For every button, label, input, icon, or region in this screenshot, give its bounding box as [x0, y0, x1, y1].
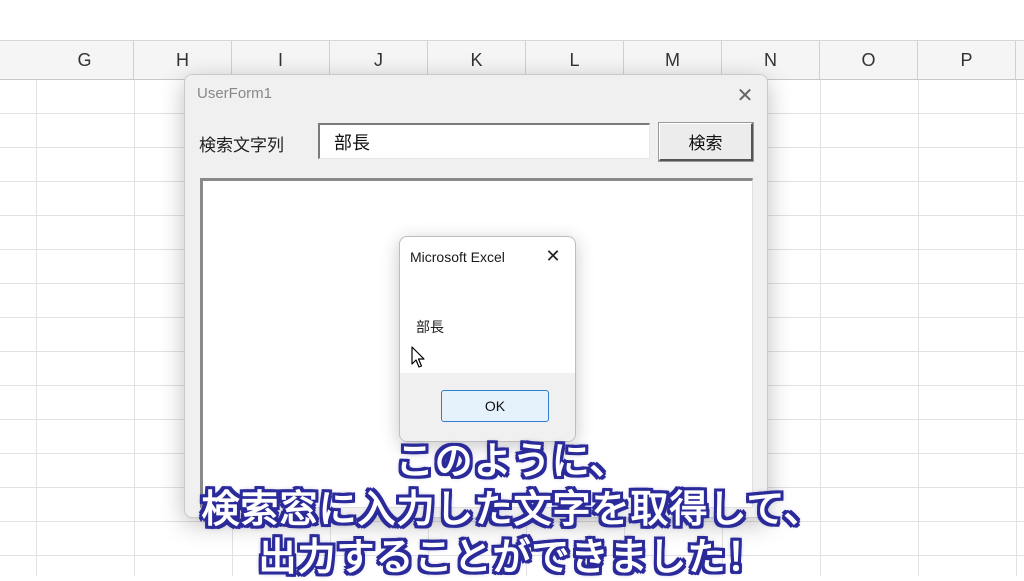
- ok-button[interactable]: OK: [441, 390, 549, 422]
- close-icon[interactable]: ✕: [731, 81, 759, 109]
- column-header-p[interactable]: P: [918, 41, 1016, 79]
- message-box: Microsoft Excel ✕ 部長 OK: [399, 236, 576, 442]
- message-box-title: Microsoft Excel: [410, 249, 505, 265]
- column-header-o[interactable]: O: [820, 41, 918, 79]
- ribbon-area: [0, 0, 1024, 40]
- message-text: 部長: [416, 320, 444, 336]
- mouse-pointer-icon: [411, 346, 425, 368]
- close-icon[interactable]: ✕: [541, 245, 565, 269]
- search-button[interactable]: 検索: [658, 122, 754, 162]
- caption-line-1: このように、: [395, 439, 629, 483]
- userform-title: UserForm1: [197, 85, 273, 102]
- search-label: 検索文字列: [199, 136, 284, 156]
- search-input[interactable]: [318, 123, 650, 159]
- caption-line-2: 検索窓に入力した文字を取得して、: [201, 487, 823, 531]
- column-header-g[interactable]: G: [36, 41, 134, 79]
- subtitle-captions: このように、 検索窓に入力した文字を取得して、 出力することができました！: [0, 420, 1024, 579]
- caption-line-3: 出力することができました！: [258, 535, 766, 579]
